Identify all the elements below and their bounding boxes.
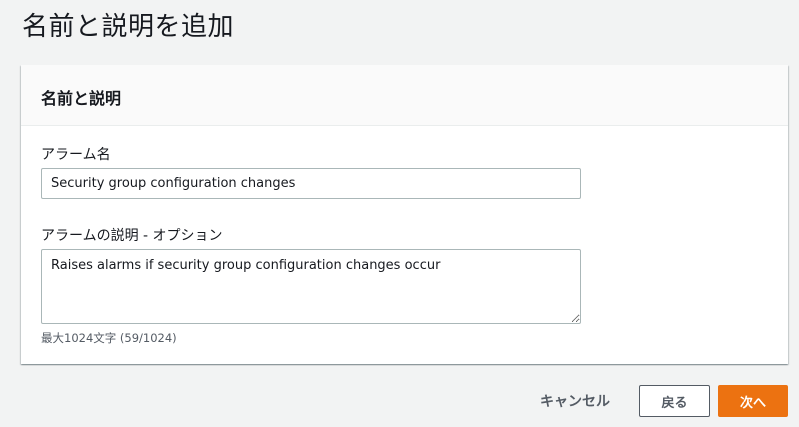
wizard-footer: キャンセル 戻る 次へ xyxy=(540,385,788,417)
alarm-description-label: アラームの説明 - オプション xyxy=(41,228,223,244)
alarm-name-label: アラーム名 xyxy=(41,147,111,163)
panel-title: 名前と説明 xyxy=(41,89,122,108)
back-button[interactable]: 戻る xyxy=(639,385,710,417)
character-count-hint: 最大1024文字 (59/1024) xyxy=(41,331,177,345)
cancel-button[interactable]: キャンセル xyxy=(540,391,610,411)
panel-header: 名前と説明 xyxy=(21,65,788,126)
page-title: 名前と説明を追加 xyxy=(22,12,235,42)
alarm-name-input[interactable] xyxy=(41,168,581,199)
alarm-description-textarea[interactable]: Raises alarms if security group configur… xyxy=(41,249,581,324)
next-button[interactable]: 次へ xyxy=(718,385,788,417)
name-description-panel: 名前と説明 アラーム名 アラームの説明 - オプション Raises alarm… xyxy=(21,65,788,364)
